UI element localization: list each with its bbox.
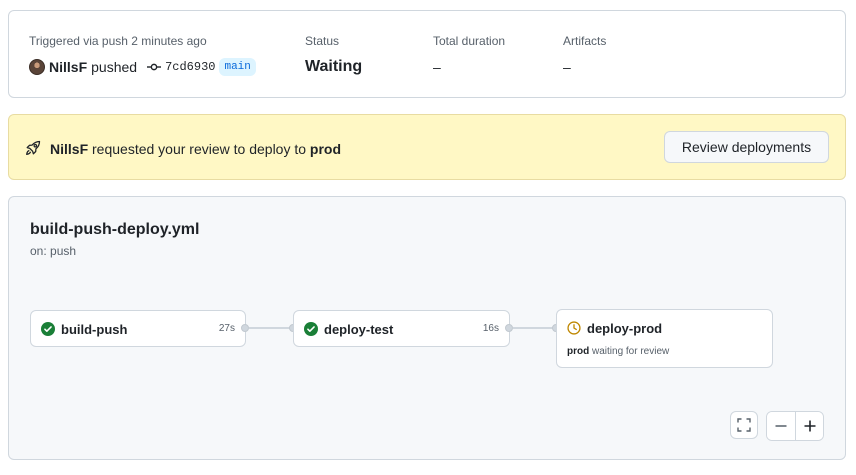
status-label: Status	[305, 34, 340, 48]
trigger-column: Triggered via push 2 minutes ago NillsF …	[29, 33, 256, 77]
duration-value: –	[433, 59, 441, 75]
fullscreen-icon	[737, 418, 751, 432]
connector-dot	[241, 324, 249, 332]
artifacts-column: Artifacts –	[563, 33, 606, 77]
job-waiting-note: prod waiting for review	[567, 346, 669, 357]
workflow-trigger: on: push	[30, 244, 77, 258]
workflow-graph: build-push-deploy.yml on: push build-pus…	[8, 196, 846, 460]
banner-environment: prod	[309, 141, 342, 157]
job-note-environment: prod	[567, 346, 590, 357]
job-name: deploy-prod	[587, 320, 663, 336]
zoom-out-button[interactable]	[767, 412, 795, 440]
job-connector	[513, 327, 557, 329]
workflow-file-name[interactable]: build-push-deploy.yml	[30, 220, 199, 240]
trigger-details: NillsF pushed 7cd6930 main	[29, 57, 256, 77]
connector-dot	[505, 324, 513, 332]
banner-message: requested your review to deploy to	[92, 141, 307, 157]
rocket-icon	[26, 140, 41, 155]
status-column: Status Waiting	[305, 33, 362, 77]
job-header: deploy-test	[304, 311, 393, 347]
banner-actor[interactable]: NillsF	[50, 141, 88, 157]
artifacts-label: Artifacts	[563, 34, 607, 48]
review-deployments-button[interactable]: Review deployments	[664, 131, 829, 163]
job-build-push[interactable]: build-push 27s	[30, 310, 246, 347]
job-header: deploy-prod	[567, 310, 662, 346]
run-summary: Triggered via push 2 minutes ago NillsF …	[8, 10, 846, 98]
branch-badge[interactable]: main	[219, 58, 256, 76]
job-header: build-push	[41, 311, 127, 347]
zoom-out-icon	[775, 425, 787, 427]
zoom-controls	[766, 411, 824, 441]
review-banner: NillsF requested your review to deploy t…	[8, 114, 846, 180]
avatar[interactable]	[29, 59, 45, 75]
git-commit-icon	[147, 63, 162, 71]
check-circle-icon	[41, 322, 55, 336]
zoom-in-icon	[804, 420, 815, 432]
job-duration: 16s	[482, 323, 499, 334]
zoom-in-button[interactable]	[795, 412, 823, 440]
review-request-text: NillsF requested your review to deploy t…	[50, 139, 341, 159]
job-name: deploy-test	[324, 321, 394, 337]
job-duration: 27s	[218, 323, 235, 334]
duration-column: Total duration –	[433, 33, 505, 77]
graph-controls	[730, 411, 824, 441]
job-note-text: waiting for review	[592, 346, 670, 357]
trigger-label: Triggered via push 2 minutes ago	[29, 34, 207, 48]
clock-icon	[567, 321, 581, 335]
actor-link[interactable]: NillsF	[49, 59, 87, 75]
commit-sha-link[interactable]: 7cd6930	[165, 60, 215, 74]
fullscreen-button[interactable]	[730, 411, 758, 439]
job-connector	[249, 327, 293, 329]
status-value: Waiting	[305, 58, 363, 75]
job-name: build-push	[61, 321, 128, 337]
duration-label: Total duration	[433, 34, 506, 48]
artifacts-value: –	[563, 59, 571, 75]
job-deploy-test[interactable]: deploy-test 16s	[293, 310, 510, 347]
trigger-action: pushed	[91, 59, 138, 75]
job-deploy-prod[interactable]: deploy-prod prod waiting for review	[556, 309, 773, 368]
check-circle-icon	[304, 322, 318, 336]
